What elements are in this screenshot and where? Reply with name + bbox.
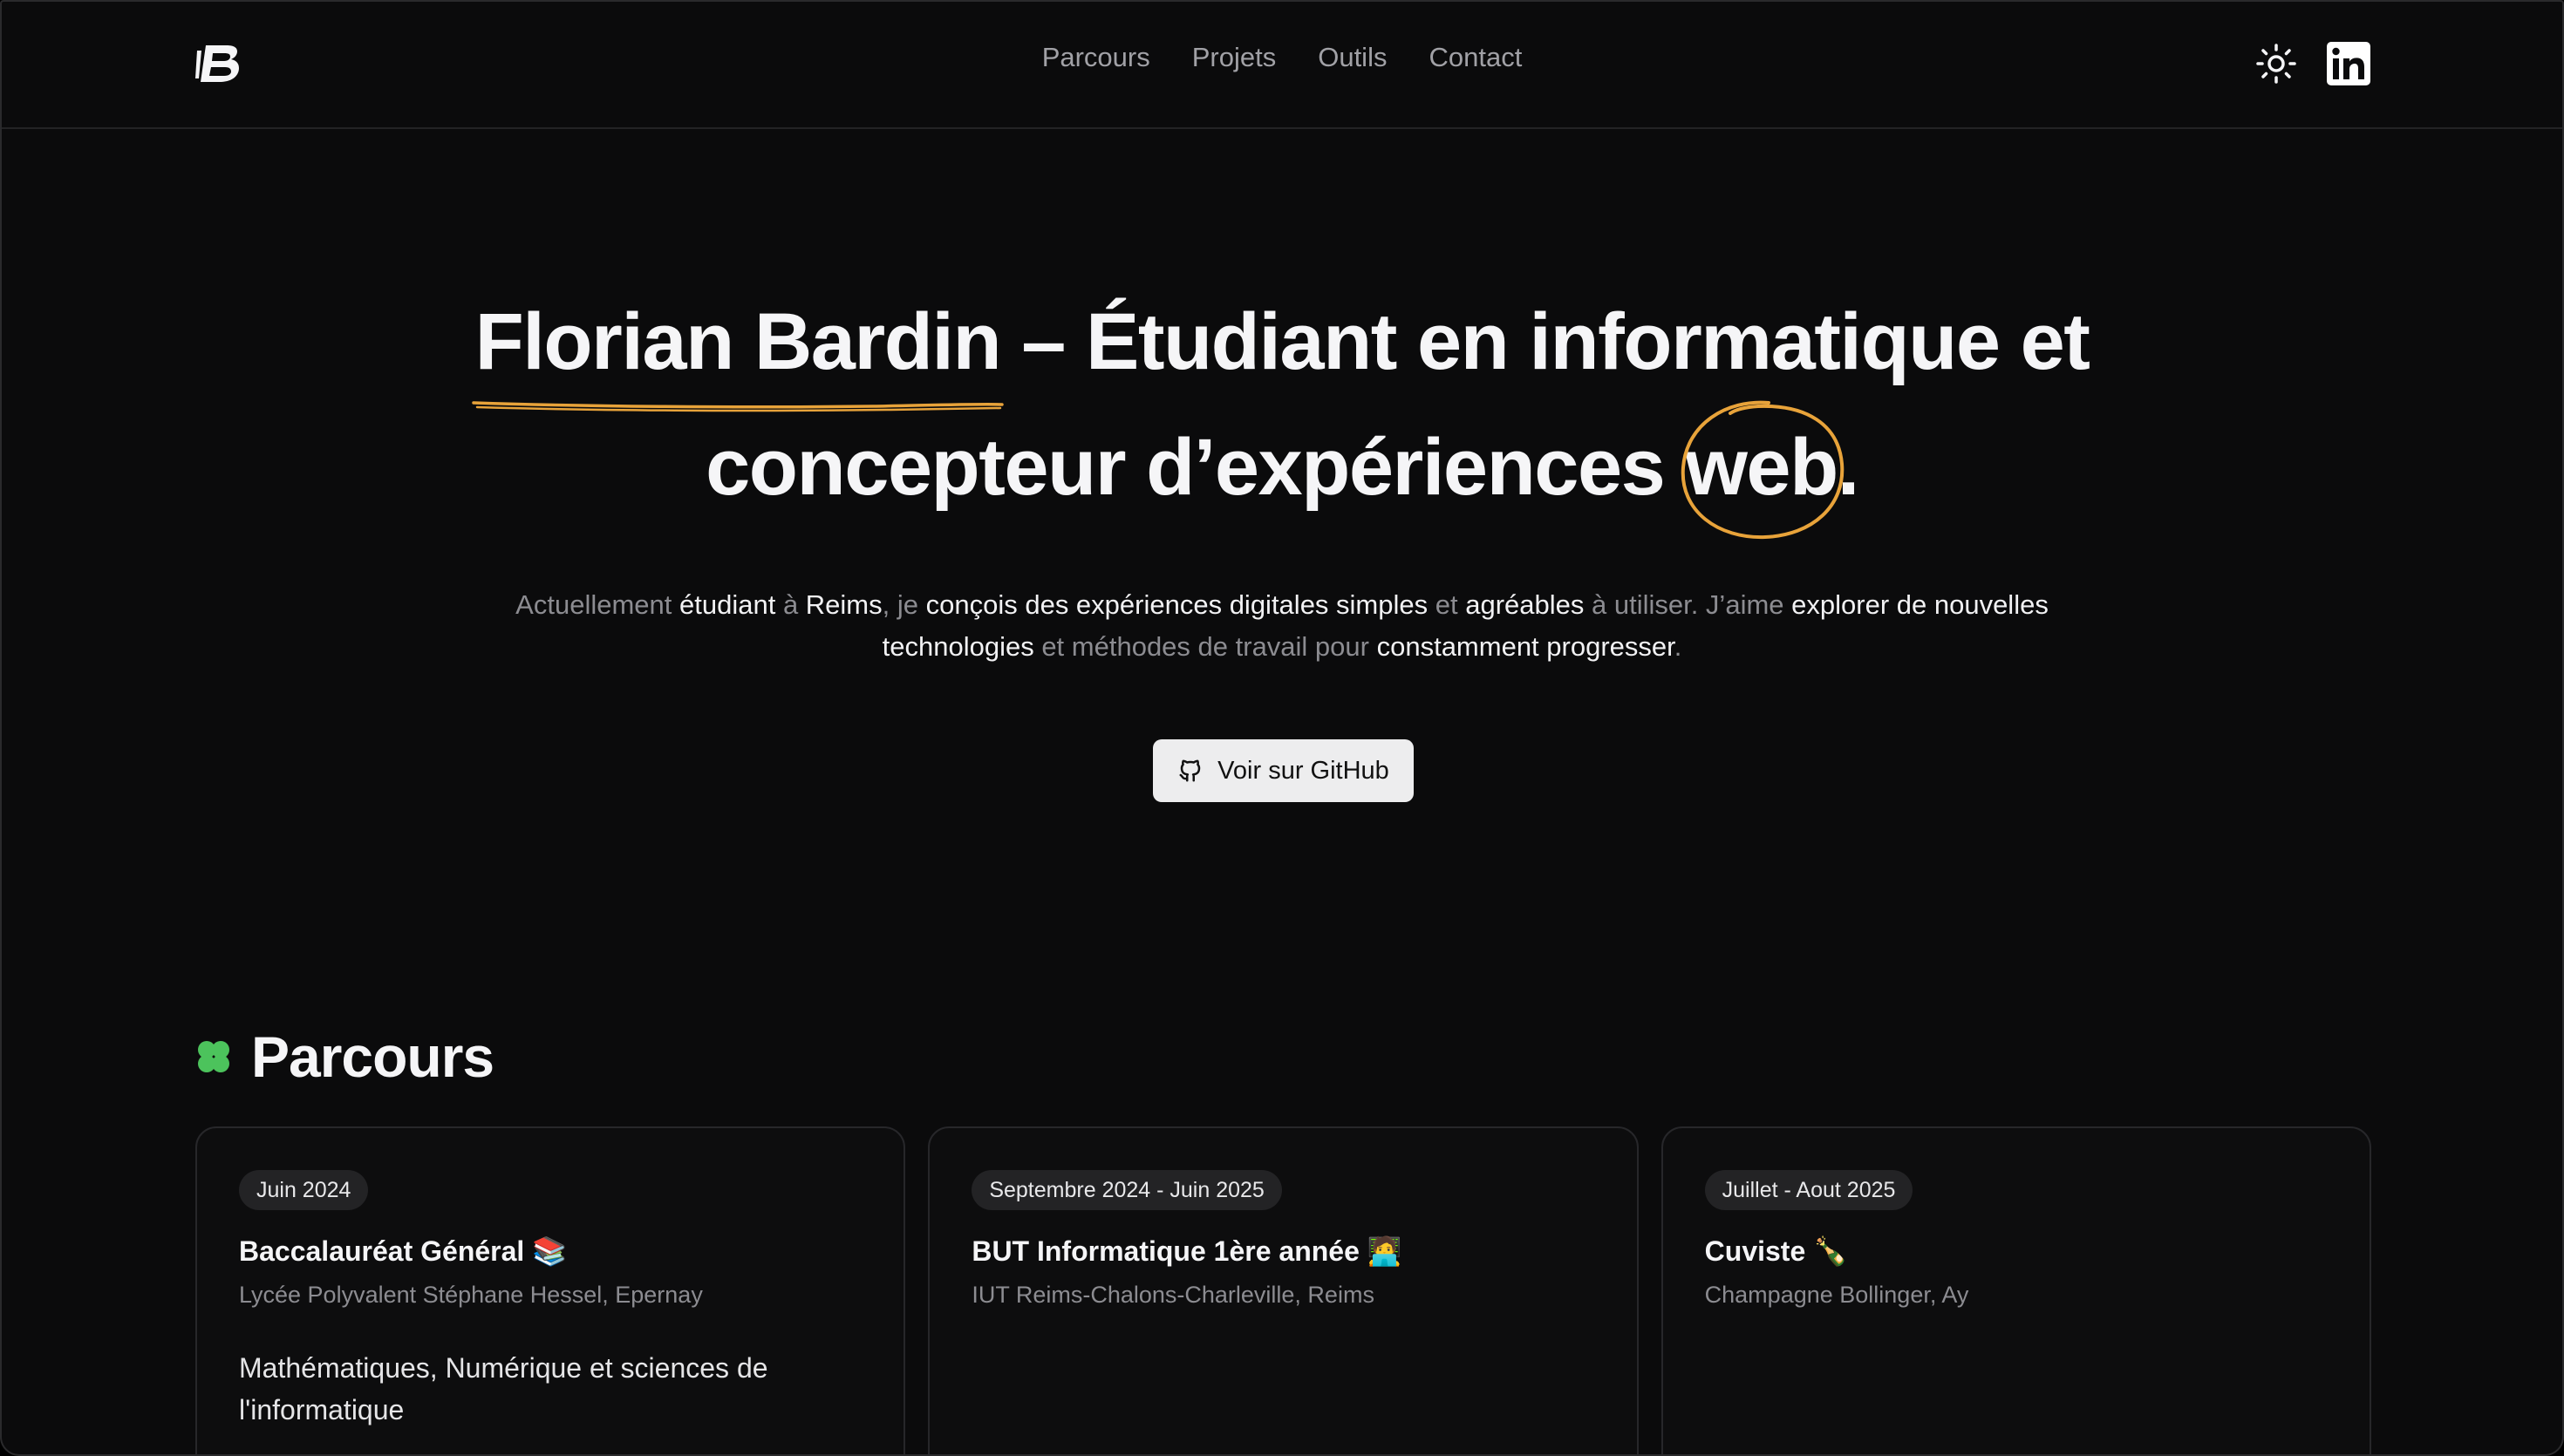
date-badge: Septembre 2024 - Juin 2025 [972,1170,1282,1210]
clover-icon [198,1041,229,1072]
intro-highlight: Reims [805,589,883,620]
browser-viewport: Parcours Projets Outils Contact Florian … [0,0,2564,1456]
intro-highlight: conçois des expériences digitales simple… [925,589,1429,620]
intro-highlight: constamment progresser [1376,631,1674,662]
intro-paragraph: Actuellement étudiant à Reims, je conçoi… [438,584,2126,668]
card-title: BUT Informatique 1ère année 🧑‍💻 [972,1235,1402,1267]
linkedin-icon[interactable] [2327,42,2370,85]
github-icon [1179,759,1201,782]
date-badge: Juin 2024 [239,1170,369,1210]
parcours-card: Juin 2024 Baccalauréat Général 📚 Lycée P… [195,1126,906,1454]
intro-highlight: étudiant [679,589,776,620]
circle-decoration [1681,400,1845,540]
card-place: Champagne Bollinger, Ay [1704,1282,1969,1308]
parcours-card: Juillet - Aout 2025 Cuviste 🍾 Champagne … [1660,1126,2371,1454]
nav-link-parcours[interactable]: Parcours [1042,42,1150,73]
github-button[interactable]: Voir sur GitHub [1153,739,1414,802]
intro-text: à utiliser. J’aime [1584,589,1792,620]
underline-decoration [471,401,1004,412]
hero-highlight-web: web [1681,400,1845,540]
github-button-label: Voir sur GitHub [1217,756,1389,785]
intro-text: . [1674,631,1682,662]
card-title: Cuviste 🍾 [1704,1235,1848,1267]
nav-link-outils[interactable]: Outils [1318,42,1387,73]
sun-icon[interactable] [2256,44,2296,84]
parcours-card: Septembre 2024 - Juin 2025 BUT Informati… [928,1126,1639,1454]
card-place: Lycée Polyvalent Stéphane Hessel, Eperna… [239,1282,703,1308]
card-place: IUT Reims-Chalons-Charleville, Reims [972,1282,1374,1308]
hero-name: Florian Bardin [471,279,1004,412]
intro-text: à [775,589,806,620]
intro-text: et [1428,589,1466,620]
card-description: Mathématiques, Numérique et sciences de … [239,1352,768,1425]
nav-link-projets[interactable]: Projets [1192,42,1276,73]
intro-highlight: agréables [1465,589,1585,620]
parcours-cards: Juin 2024 Baccalauréat Général 📚 Lycée P… [195,1126,2371,1454]
card-title: Baccalauréat Général 📚 [239,1235,568,1267]
intro-text: Actuellement [515,589,679,620]
intro-text: , je [882,589,926,620]
intro-text: et méthodes de travail pour [1033,631,1377,662]
site-header: Parcours Projets Outils Contact [2,2,2562,129]
section-title-parcours: Parcours [195,1020,494,1093]
date-badge: Juillet - Aout 2025 [1704,1170,1913,1210]
nav-link-contact[interactable]: Contact [1429,42,1522,73]
main-nav: Parcours Projets Outils Contact [2,42,2562,73]
hero-title: Florian Bardin – Étudiant en informatiqu… [2,279,2562,540]
